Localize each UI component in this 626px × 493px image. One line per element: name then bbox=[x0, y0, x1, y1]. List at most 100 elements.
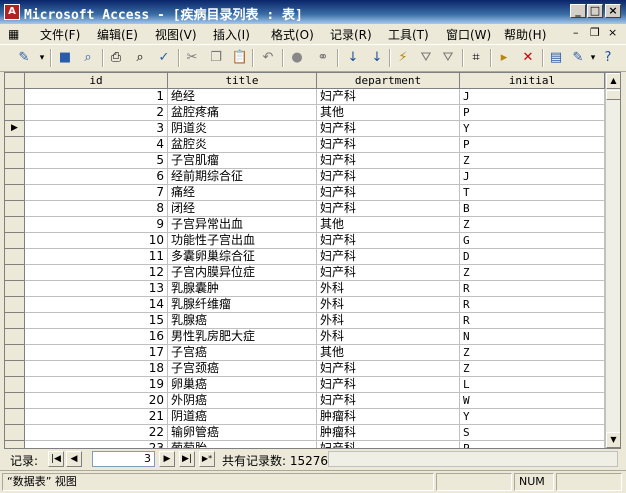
cell-id[interactable]: 2 bbox=[25, 105, 168, 121]
row-selector[interactable] bbox=[5, 281, 25, 297]
cell-initial[interactable]: R bbox=[460, 297, 605, 313]
menu-records[interactable]: 记录(R) bbox=[330, 26, 372, 43]
record-number-input[interactable]: 3 bbox=[92, 451, 155, 467]
cell-title[interactable]: 阴道炎 bbox=[168, 121, 317, 137]
menu-edit[interactable]: 编辑(E) bbox=[97, 26, 138, 43]
row-selector[interactable] bbox=[5, 393, 25, 409]
doc-close-icon[interactable]: × bbox=[608, 26, 617, 39]
cell-title[interactable]: 痛经 bbox=[168, 185, 317, 201]
row-selector[interactable] bbox=[5, 441, 25, 448]
row-selector[interactable] bbox=[5, 345, 25, 361]
cell-initial[interactable]: Y bbox=[460, 409, 605, 425]
cell-title[interactable]: 绝经 bbox=[168, 89, 317, 105]
cell-department[interactable]: 外科 bbox=[317, 281, 460, 297]
row-selector[interactable] bbox=[5, 153, 25, 169]
cell-initial[interactable]: Z bbox=[460, 345, 605, 361]
apply-filter-icon[interactable]: ⛛ bbox=[438, 49, 458, 67]
view-design-icon[interactable]: ✎ bbox=[14, 49, 34, 67]
table-row[interactable]: 21 阴道癌 肿瘤科 Y bbox=[5, 409, 605, 425]
cell-initial[interactable]: Z bbox=[460, 361, 605, 377]
spelling-icon[interactable]: ✓ bbox=[154, 49, 174, 67]
maximize-button[interactable]: □ bbox=[587, 4, 603, 18]
cell-department[interactable]: 其他 bbox=[317, 105, 460, 121]
cell-title[interactable]: 功能性子宫出血 bbox=[168, 233, 317, 249]
cell-id[interactable]: 1 bbox=[25, 89, 168, 105]
cell-title[interactable]: 输卵管癌 bbox=[168, 425, 317, 441]
column-header-department[interactable]: department bbox=[317, 73, 460, 89]
paste-icon[interactable]: 📋 bbox=[230, 49, 250, 67]
cell-id[interactable]: 3 bbox=[25, 121, 168, 137]
cell-id[interactable]: 11 bbox=[25, 249, 168, 265]
row-selector[interactable] bbox=[5, 377, 25, 393]
filter-by-form-icon[interactable]: ⛛ bbox=[416, 49, 436, 67]
hyperlink-icon[interactable]: ⚭ bbox=[313, 49, 333, 67]
vertical-scrollbar[interactable]: ▲ ▼ bbox=[605, 73, 620, 448]
cell-title[interactable]: 子宫颈癌 bbox=[168, 361, 317, 377]
save-icon[interactable]: ■ bbox=[55, 49, 75, 67]
cell-id[interactable]: 6 bbox=[25, 169, 168, 185]
cell-initial[interactable]: T bbox=[460, 185, 605, 201]
row-selector[interactable] bbox=[5, 425, 25, 441]
row-selector[interactable] bbox=[5, 185, 25, 201]
cell-title[interactable]: 子宫肌瘤 bbox=[168, 153, 317, 169]
cell-initial[interactable]: L bbox=[460, 377, 605, 393]
last-record-button[interactable]: ▶| bbox=[179, 451, 195, 467]
help-icon[interactable]: ? bbox=[598, 49, 618, 67]
new-record-icon[interactable]: ▸ bbox=[494, 49, 514, 67]
cell-department[interactable]: 妇产科 bbox=[317, 121, 460, 137]
cell-department[interactable]: 妇产科 bbox=[317, 201, 460, 217]
cell-id[interactable]: 5 bbox=[25, 153, 168, 169]
cell-initial[interactable]: G bbox=[460, 233, 605, 249]
table-row[interactable]: 5 子宫肌瘤 妇产科 Z bbox=[5, 153, 605, 169]
find-icon[interactable]: ⌗ bbox=[466, 49, 486, 67]
scroll-up-button[interactable]: ▲ bbox=[606, 73, 620, 89]
table-row[interactable]: 20 外阴癌 妇产科 W bbox=[5, 393, 605, 409]
cell-department[interactable]: 妇产科 bbox=[317, 233, 460, 249]
cell-id[interactable]: 19 bbox=[25, 377, 168, 393]
close-button[interactable]: × bbox=[605, 4, 621, 18]
cell-department[interactable]: 妇产科 bbox=[317, 185, 460, 201]
horizontal-scrollbar[interactable] bbox=[328, 451, 618, 467]
table-row[interactable]: 16 男性乳房肥大症 外科 N bbox=[5, 329, 605, 345]
cell-department[interactable]: 其他 bbox=[317, 217, 460, 233]
cell-initial[interactable]: J bbox=[460, 169, 605, 185]
filter-by-selection-icon[interactable]: ⚡ bbox=[393, 49, 413, 67]
current-record-indicator[interactable]: ▶ bbox=[5, 121, 25, 137]
cell-department[interactable]: 妇产科 bbox=[317, 441, 460, 448]
column-header-initial[interactable]: initial bbox=[460, 73, 605, 89]
table-row[interactable]: 22 输卵管癌 肿瘤科 S bbox=[5, 425, 605, 441]
cell-department[interactable]: 妇产科 bbox=[317, 361, 460, 377]
cell-department[interactable]: 肿瘤科 bbox=[317, 425, 460, 441]
cell-title[interactable]: 子宫内膜异位症 bbox=[168, 265, 317, 281]
cell-id[interactable]: 12 bbox=[25, 265, 168, 281]
cell-department[interactable]: 妇产科 bbox=[317, 393, 460, 409]
search-icon[interactable]: ⌕ bbox=[78, 49, 98, 67]
cell-id[interactable]: 18 bbox=[25, 361, 168, 377]
cell-title[interactable]: 子宫癌 bbox=[168, 345, 317, 361]
cell-initial[interactable]: S bbox=[460, 425, 605, 441]
sort-descending-icon[interactable]: ↓ bbox=[367, 49, 387, 67]
table-row[interactable]: 18 子宫颈癌 妇产科 Z bbox=[5, 361, 605, 377]
cell-id[interactable]: 23 bbox=[25, 441, 168, 448]
row-selector[interactable] bbox=[5, 313, 25, 329]
cell-department[interactable]: 其他 bbox=[317, 345, 460, 361]
row-selector[interactable] bbox=[5, 329, 25, 345]
doc-minimize-icon[interactable]: – bbox=[573, 26, 579, 39]
first-record-button[interactable]: |◀ bbox=[48, 451, 64, 467]
menu-format[interactable]: 格式(O) bbox=[271, 26, 314, 43]
cell-department[interactable]: 肿瘤科 bbox=[317, 409, 460, 425]
cell-id[interactable]: 7 bbox=[25, 185, 168, 201]
cell-id[interactable]: 17 bbox=[25, 345, 168, 361]
row-selector[interactable] bbox=[5, 217, 25, 233]
table-row[interactable]: 12 子宫内膜异位症 妇产科 Z bbox=[5, 265, 605, 281]
table-row[interactable]: 17 子宫癌 其他 Z bbox=[5, 345, 605, 361]
row-selector[interactable] bbox=[5, 105, 25, 121]
print-preview-icon[interactable]: ⌕ bbox=[130, 49, 150, 67]
database-window-icon[interactable]: ▤ bbox=[546, 49, 566, 67]
view-dropdown-icon[interactable]: ▾ bbox=[32, 49, 52, 67]
menu-window[interactable]: 窗口(W) bbox=[446, 26, 491, 43]
cell-title[interactable]: 乳腺纤维瘤 bbox=[168, 297, 317, 313]
row-selector[interactable] bbox=[5, 169, 25, 185]
cut-icon[interactable]: ✂ bbox=[182, 49, 202, 67]
cell-initial[interactable]: N bbox=[460, 329, 605, 345]
